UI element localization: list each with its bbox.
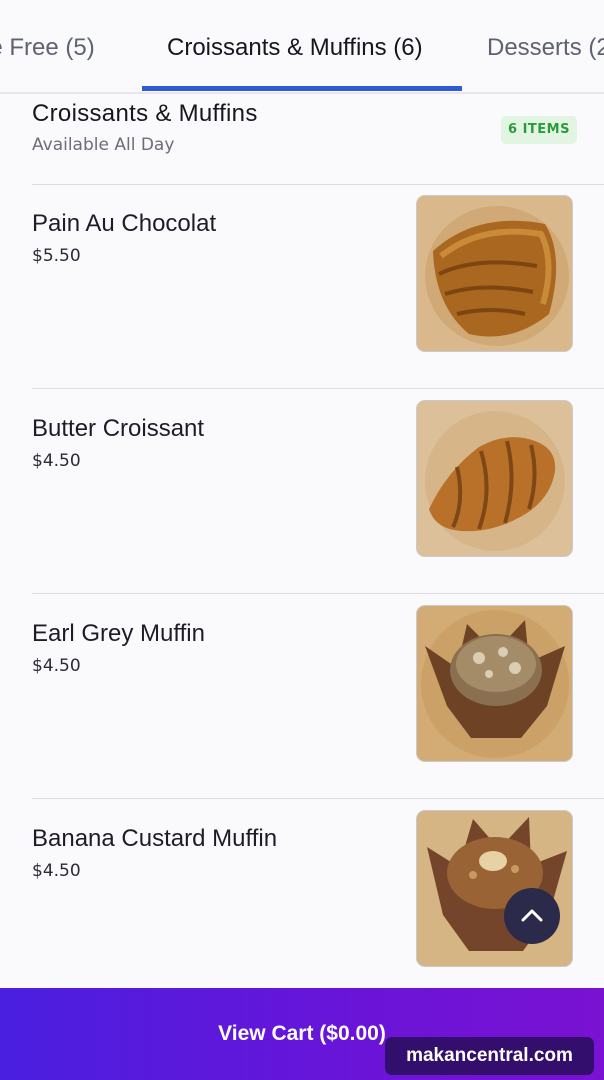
item-name: Earl Grey Muffin — [32, 620, 205, 647]
butter-croissant-photo[interactable] — [416, 400, 573, 557]
menu-item[interactable]: Earl Grey Muffin $4.50 — [0, 605, 604, 825]
divider — [32, 798, 604, 799]
chevron-up-icon — [521, 909, 543, 922]
section-title: Croissants & Muffins — [32, 100, 258, 127]
item-price: $4.50 — [32, 861, 81, 881]
tab-gluten-free[interactable]: ne Free (5) — [0, 34, 95, 62]
item-price: $4.50 — [32, 656, 81, 676]
menu-item[interactable]: Butter Croissant $4.50 — [0, 400, 604, 620]
divider — [32, 388, 604, 389]
menu-item[interactable]: Pain Au Chocolat $5.50 — [0, 195, 604, 415]
item-name: Butter Croissant — [32, 415, 205, 442]
item-name: Pain Au Chocolat — [32, 210, 217, 237]
item-name: Banana Custard Muffin — [32, 825, 278, 852]
divider — [32, 184, 604, 185]
watermark: makancentral.com — [385, 1037, 594, 1075]
section-subtitle: Available All Day — [32, 135, 175, 155]
earl-grey-muffin-photo[interactable] — [416, 605, 573, 762]
active-tab-indicator — [142, 86, 462, 91]
item-price: $4.50 — [32, 451, 81, 471]
tab-desserts[interactable]: Desserts (2 — [487, 34, 604, 62]
divider — [32, 593, 604, 594]
pain-au-chocolat-photo[interactable] — [416, 195, 573, 352]
item-price: $5.50 — [32, 246, 81, 266]
item-count-badge: 6 ITEMS — [501, 116, 577, 144]
banana-custard-muffin-photo[interactable] — [416, 810, 573, 967]
tab-croissants-muffins[interactable]: Croissants & Muffins (6) — [167, 34, 423, 62]
back-to-top-button[interactable] — [504, 888, 560, 944]
category-tabs: ne Free (5) Croissants & Muffins (6) Des… — [0, 0, 604, 94]
